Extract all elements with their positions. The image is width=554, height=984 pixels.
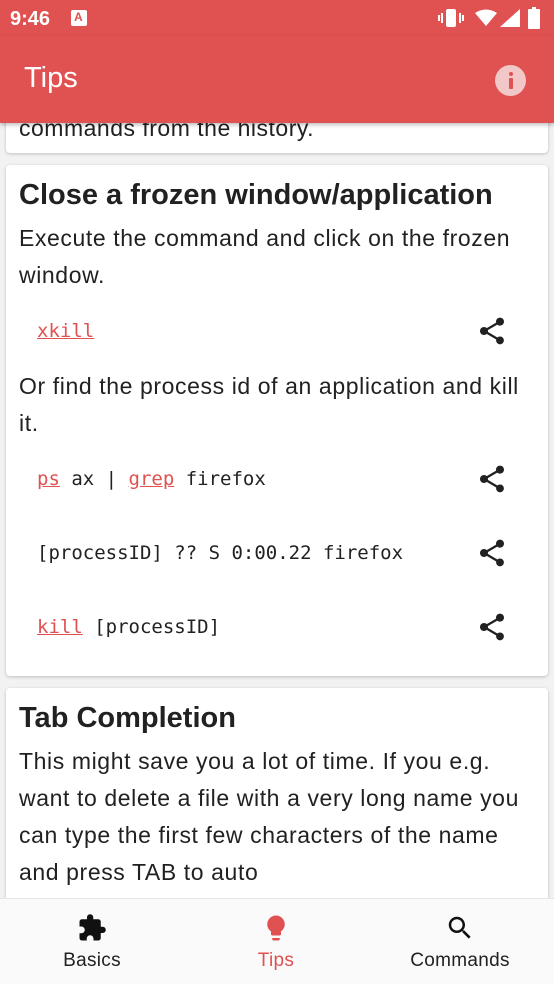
nav-basics[interactable]: Basics [0, 899, 184, 984]
nav-commands[interactable]: Commands [368, 899, 552, 984]
command-keyword[interactable]: kill [37, 616, 83, 638]
command-text: [processID] ?? S 0:00.22 firefox [37, 542, 404, 564]
nav-tips[interactable]: Tips [184, 899, 368, 984]
command-text: ax | [59, 468, 129, 490]
nav-label: Tips [257, 950, 295, 971]
nav-label: Commands [410, 950, 510, 971]
command-text: firefox [174, 468, 266, 490]
search-icon [448, 916, 471, 939]
tip-card-frozen-window: Close a frozen window/application Execut… [6, 165, 548, 676]
tip-title: Tab Completion [19, 702, 236, 734]
vibrate-icon [438, 9, 464, 27]
status-time: 9:46 [10, 8, 51, 30]
command-keyword[interactable]: grep [129, 468, 175, 490]
tip-text: Or find the process id of an application… [19, 373, 519, 436]
lightbulb-icon [267, 915, 285, 941]
puzzle-icon [79, 914, 106, 941]
bottom-navigation: Basics Tips Commands [0, 898, 554, 984]
command-kill: kill [processID] [37, 616, 220, 638]
command-process-output: [processID] ?? S 0:00.22 firefox [37, 542, 403, 564]
command-text: [processID] [82, 616, 221, 638]
tip-text: This might save you a lot of time. If yo… [19, 748, 519, 885]
status-bar: 9:46 [0, 0, 554, 36]
app-bar: Tips [0, 36, 554, 123]
nav-label: Basics [63, 950, 121, 971]
tip-card-tab-completion: Tab Completion This might save you a lot… [6, 688, 548, 898]
share-icon[interactable] [476, 315, 508, 347]
wifi-icon [475, 9, 497, 26]
tip-text: commands from the history. [19, 123, 315, 141]
info-icon[interactable] [495, 65, 526, 96]
command-keyword[interactable]: xkill [37, 320, 94, 342]
share-icon[interactable] [476, 611, 508, 643]
command-ps-grep: ps ax | grep firefox [37, 468, 266, 490]
signal-icon [500, 9, 520, 27]
tip-card-previous: commands from the history. [6, 123, 548, 153]
command-keyword[interactable]: ps [37, 468, 60, 490]
battery-icon [528, 7, 540, 29]
tip-text: Execute the command and click on the fro… [19, 225, 511, 288]
command-xkill: xkill [37, 320, 94, 342]
share-icon[interactable] [476, 537, 508, 569]
tips-list[interactable]: commands from the history. Close a froze… [0, 123, 554, 898]
tip-title: Close a frozen window/application [19, 179, 493, 211]
share-icon[interactable] [476, 463, 508, 495]
page-title: Tips [24, 62, 78, 94]
notification-icon [71, 10, 87, 26]
